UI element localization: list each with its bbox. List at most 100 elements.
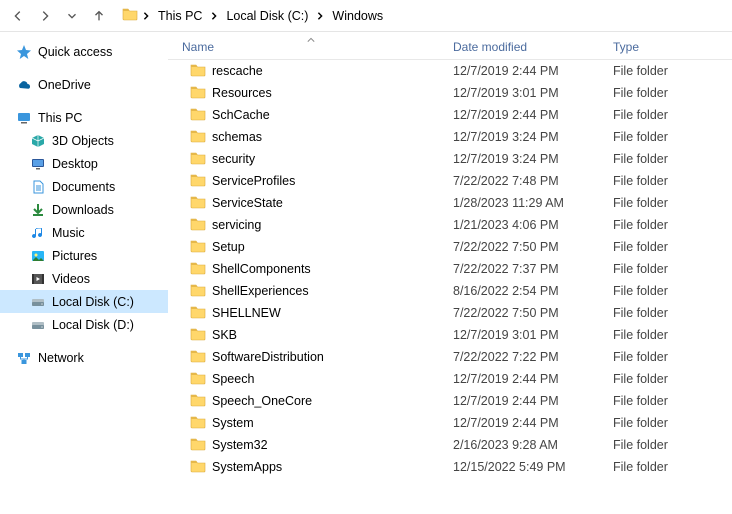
file-name: ShellComponents (212, 262, 311, 276)
file-name: rescache (212, 64, 263, 78)
tree-label: Network (38, 351, 84, 365)
breadcrumb-item[interactable]: Local Disk (C:) (222, 7, 312, 25)
file-type: File folder (613, 86, 732, 100)
tree-child-item[interactable]: Music (0, 221, 168, 244)
downloads-icon (30, 202, 46, 218)
file-type: File folder (613, 196, 732, 210)
file-row[interactable]: schemas12/7/2019 3:24 PMFile folder (168, 126, 732, 148)
file-type: File folder (613, 416, 732, 430)
file-row[interactable]: ServiceState1/28/2023 11:29 AMFile folde… (168, 192, 732, 214)
file-row[interactable]: security12/7/2019 3:24 PMFile folder (168, 148, 732, 170)
file-name: schemas (212, 130, 262, 144)
recent-locations-button[interactable] (60, 4, 84, 28)
folder-icon (190, 128, 206, 147)
star-icon (16, 44, 32, 60)
up-button[interactable] (87, 4, 111, 28)
file-row[interactable]: SHELLNEW 7/22/2022 7:50 PMFile folder (168, 302, 732, 324)
column-header-name[interactable]: Name (168, 40, 453, 54)
column-header-type[interactable]: Type (613, 40, 732, 54)
file-name: SoftwareDistribution (212, 350, 324, 364)
file-row[interactable]: SoftwareDistribution7/22/2022 7:22 PMFil… (168, 346, 732, 368)
file-date: 12/7/2019 2:44 PM (453, 416, 613, 430)
file-type: File folder (613, 438, 732, 452)
tree-this-pc[interactable]: This PC (0, 106, 168, 129)
chevron-right-icon[interactable] (142, 9, 150, 23)
tree-child-item[interactable]: 3D Objects (0, 129, 168, 152)
file-type: File folder (613, 372, 732, 386)
tree-network[interactable]: Network (0, 346, 168, 369)
tree-label: Quick access (38, 45, 112, 59)
breadcrumb-item[interactable]: Windows (328, 7, 387, 25)
tree-quick-access[interactable]: Quick access (0, 40, 168, 63)
file-row[interactable]: SKB12/7/2019 3:01 PMFile folder (168, 324, 732, 346)
folder-icon (190, 260, 206, 279)
column-headers: Name Date modified Type (168, 32, 732, 60)
file-type: File folder (613, 284, 732, 298)
column-header-date[interactable]: Date modified (453, 40, 613, 54)
tree-child-item[interactable]: Downloads (0, 198, 168, 221)
file-row[interactable]: System 12/7/2019 2:44 PMFile folder (168, 412, 732, 434)
folder-icon (190, 414, 206, 433)
nav-toolbar: This PC Local Disk (C:) Windows (0, 0, 732, 32)
file-name: ServiceProfiles (212, 174, 295, 188)
breadcrumb[interactable]: This PC Local Disk (C:) Windows (122, 6, 387, 25)
back-button[interactable] (6, 4, 30, 28)
folder-icon (190, 62, 206, 81)
videos-icon (30, 271, 46, 287)
file-type: File folder (613, 152, 732, 166)
file-row[interactable]: ShellComponents7/22/2022 7:37 PMFile fol… (168, 258, 732, 280)
navigation-pane: Quick access OneDrive This PC 3D Objects… (0, 32, 168, 514)
file-date: 12/7/2019 3:01 PM (453, 86, 613, 100)
file-row[interactable]: SystemApps12/15/2022 5:49 PMFile folder (168, 456, 732, 478)
tree-child-item[interactable]: Videos (0, 267, 168, 290)
file-name: System (212, 416, 254, 430)
file-row[interactable]: servicing1/21/2023 4:06 PMFile folder (168, 214, 732, 236)
file-row[interactable]: rescache12/7/2019 2:44 PMFile folder (168, 60, 732, 82)
folder-icon (190, 238, 206, 257)
forward-button[interactable] (33, 4, 57, 28)
file-row[interactable]: Setup7/22/2022 7:50 PMFile folder (168, 236, 732, 258)
file-row[interactable]: ServiceProfiles7/22/2022 7:48 PMFile fol… (168, 170, 732, 192)
file-name: SystemApps (212, 460, 282, 474)
file-row[interactable]: Speech_OneCore12/7/2019 2:44 PMFile fold… (168, 390, 732, 412)
file-date: 7/22/2022 7:50 PM (453, 306, 613, 320)
chevron-right-icon[interactable] (316, 9, 324, 23)
tree-child-item[interactable]: Local Disk (C:) (0, 290, 168, 313)
file-row[interactable]: System322/16/2023 9:28 AMFile folder (168, 434, 732, 456)
file-type: File folder (613, 328, 732, 342)
chevron-right-icon[interactable] (210, 9, 218, 23)
folder-icon (190, 172, 206, 191)
file-row[interactable]: ShellExperiences8/16/2022 2:54 PMFile fo… (168, 280, 732, 302)
tree-child-item[interactable]: Pictures (0, 244, 168, 267)
tree-label: Documents (52, 180, 115, 194)
file-type: File folder (613, 460, 732, 474)
file-type: File folder (613, 240, 732, 254)
tree-child-item[interactable]: Documents (0, 175, 168, 198)
folder-icon (190, 304, 206, 323)
tree-child-item[interactable]: Local Disk (D:) (0, 313, 168, 336)
3d-icon (30, 133, 46, 149)
file-date: 7/22/2022 7:48 PM (453, 174, 613, 188)
file-date: 8/16/2022 2:54 PM (453, 284, 613, 298)
file-type: File folder (613, 262, 732, 276)
folder-icon (190, 84, 206, 103)
tree-onedrive[interactable]: OneDrive (0, 73, 168, 96)
breadcrumb-item[interactable]: This PC (154, 7, 206, 25)
file-row[interactable]: Speech12/7/2019 2:44 PMFile folder (168, 368, 732, 390)
file-row[interactable]: SchCache12/7/2019 2:44 PMFile folder (168, 104, 732, 126)
file-name: servicing (212, 218, 261, 232)
file-date: 12/7/2019 2:44 PM (453, 394, 613, 408)
network-icon (16, 350, 32, 366)
file-name: SHELLNEW (212, 306, 281, 320)
file-name: SchCache (212, 108, 270, 122)
music-icon (30, 225, 46, 241)
desktop-icon (30, 156, 46, 172)
tree-child-item[interactable]: Desktop (0, 152, 168, 175)
folder-icon (190, 326, 206, 345)
file-type: File folder (613, 130, 732, 144)
column-label: Name (182, 40, 214, 54)
tree-label: OneDrive (38, 78, 91, 92)
file-type: File folder (613, 306, 732, 320)
file-row[interactable]: Resources12/7/2019 3:01 PMFile folder (168, 82, 732, 104)
file-list: Name Date modified Type rescache12/7/201… (168, 32, 732, 514)
